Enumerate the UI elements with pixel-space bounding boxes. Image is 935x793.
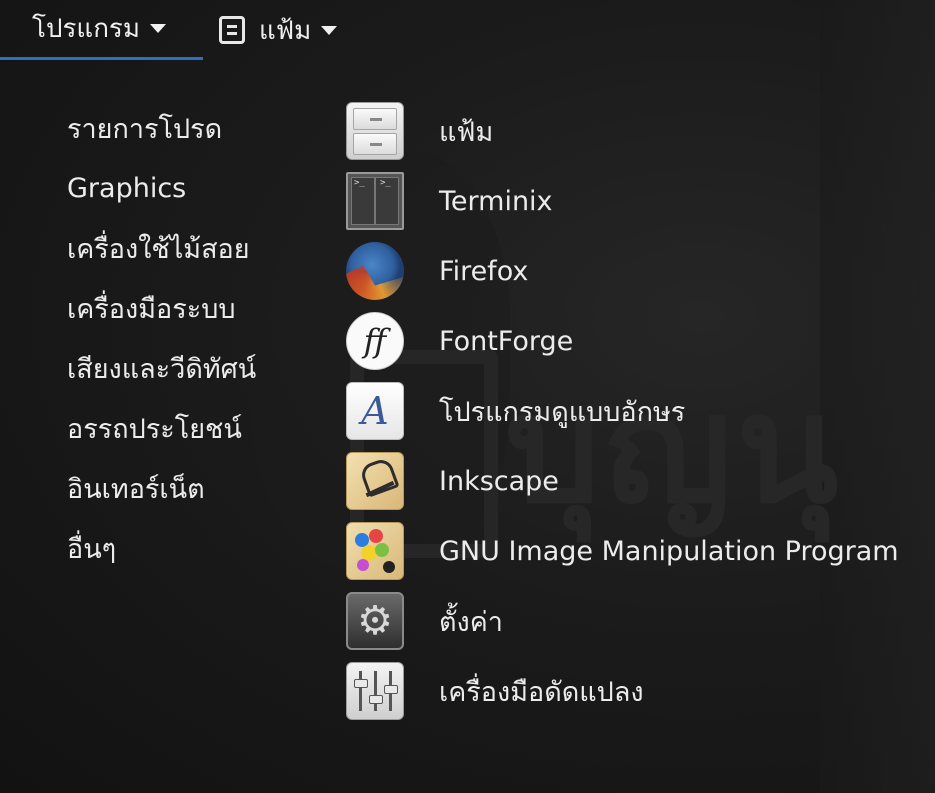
category-other[interactable]: อื่นๆ: [67, 518, 297, 578]
top-bar: โปรแกรม แฟ้ม: [0, 0, 935, 60]
app-label: FontForge: [439, 325, 574, 357]
category-system-tools[interactable]: เครื่องมือระบบ: [67, 278, 297, 338]
app-item-gimp[interactable]: GNU Image Manipulation Program: [346, 516, 926, 586]
app-label: แฟ้ม: [439, 116, 494, 148]
file-cabinet-icon: [219, 16, 245, 44]
file-cabinet-icon: [346, 102, 404, 160]
app-label: ตั้งค่า: [439, 606, 503, 638]
caret-down-icon: [321, 25, 338, 35]
fontforge-icon: ff: [346, 312, 404, 370]
category-internet[interactable]: อินเทอร์เน็ต: [67, 458, 297, 518]
inkscape-icon: [346, 452, 404, 510]
category-graphics[interactable]: Graphics: [67, 158, 297, 218]
programs-menu-label: โปรแกรม: [32, 14, 141, 44]
tweaks-sliders-icon: [346, 662, 404, 720]
app-item-files[interactable]: แฟ้ม: [346, 96, 926, 166]
app-label: Firefox: [439, 255, 529, 287]
app-item-tweaks[interactable]: เครื่องมือดัดแปลง: [346, 656, 926, 726]
programs-menu-button[interactable]: โปรแกรม: [0, 0, 203, 60]
caret-down-icon: [150, 24, 167, 33]
font-viewer-icon: A: [346, 382, 404, 440]
app-label: GNU Image Manipulation Program: [439, 535, 899, 567]
app-list: แฟ้ม >_ >_ Terminix Firefox ff FontForge …: [346, 96, 926, 726]
app-item-firefox[interactable]: Firefox: [346, 236, 926, 306]
settings-gear-icon: ⚙: [346, 592, 404, 650]
files-menu-label: แฟ้ม: [259, 15, 312, 46]
category-accessories[interactable]: เครื่องใช้ไม้สอย: [67, 218, 297, 278]
app-item-font-viewer[interactable]: A โปรแกรมดูแบบอักษร: [346, 376, 926, 446]
app-label: โปรแกรมดูแบบอักษร: [439, 396, 686, 428]
app-label: เครื่องมือดัดแปลง: [439, 676, 644, 708]
app-item-inkscape[interactable]: Inkscape: [346, 446, 926, 516]
app-item-terminix[interactable]: >_ >_ Terminix: [346, 166, 926, 236]
app-label: Terminix: [439, 185, 553, 217]
firefox-icon: [346, 242, 404, 300]
terminal-icon: >_ >_: [346, 172, 404, 230]
category-utilities[interactable]: อรรถประโยชน์: [67, 398, 297, 458]
files-menu-button[interactable]: แฟ้ม: [219, 0, 338, 60]
app-item-fontforge[interactable]: ff FontForge: [346, 306, 926, 376]
app-item-settings[interactable]: ⚙ ตั้งค่า: [346, 586, 926, 656]
category-list: รายการโปรด Graphics เครื่องใช้ไม้สอย เคร…: [67, 98, 297, 578]
gimp-icon: [346, 522, 404, 580]
category-favorites[interactable]: รายการโปรด: [67, 98, 297, 158]
app-label: Inkscape: [439, 465, 559, 497]
category-sound-video[interactable]: เสียงและวีดิทัศน์: [67, 338, 297, 398]
